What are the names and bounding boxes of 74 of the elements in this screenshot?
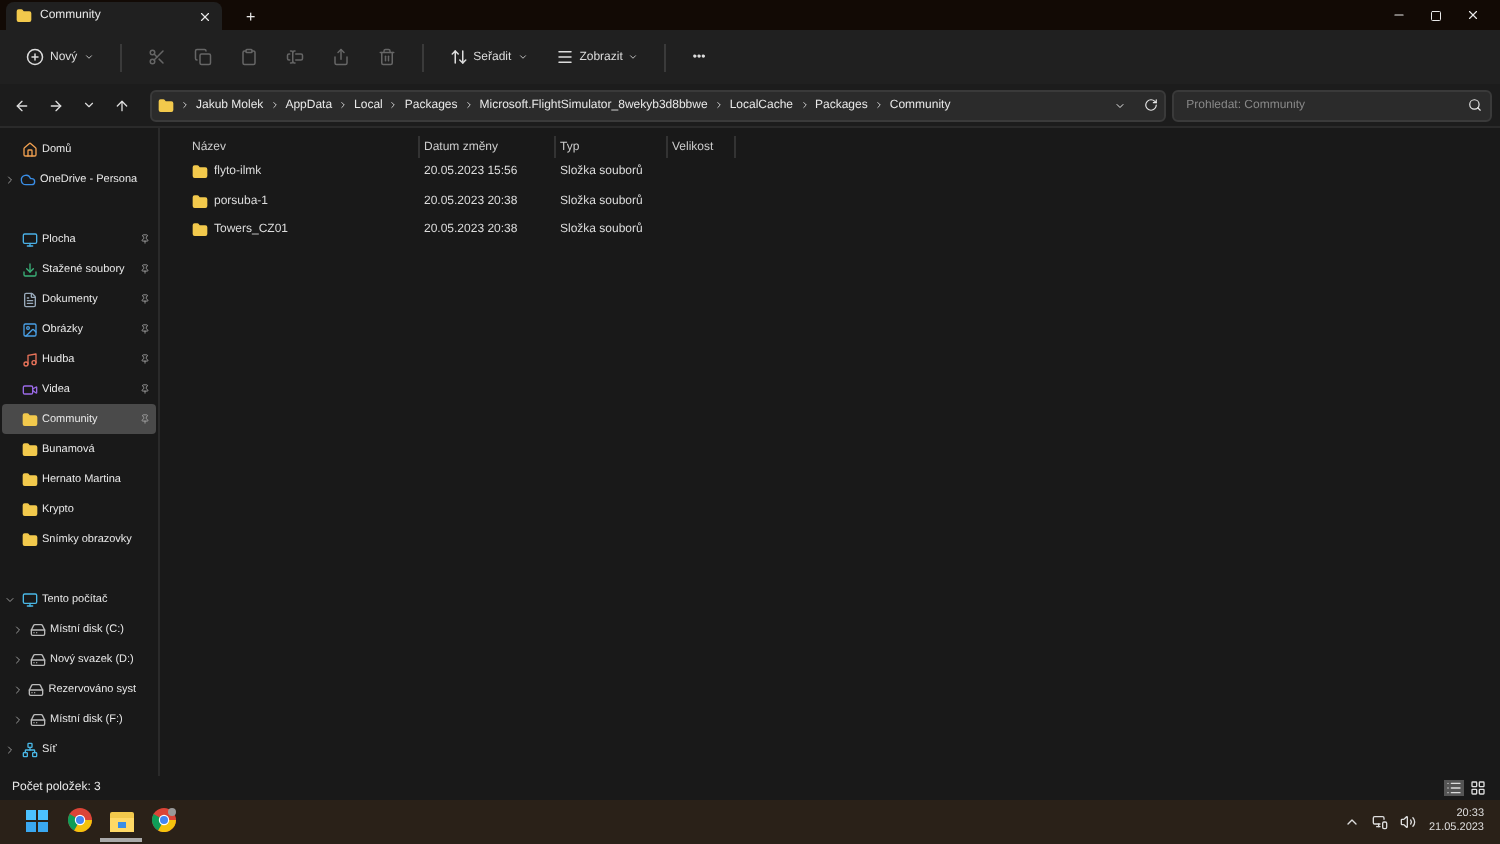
copy-icon [193, 48, 212, 66]
document-icon [22, 291, 38, 307]
folder-icon [192, 193, 208, 210]
folder-icon [22, 471, 38, 487]
folder-icon [109, 809, 133, 831]
folder-icon [16, 8, 32, 24]
chevron-icon [463, 100, 474, 110]
cloud-icon [20, 171, 36, 187]
display-icon[interactable] [1372, 814, 1389, 830]
chevron-icon [180, 100, 190, 110]
browser-icon [67, 808, 91, 832]
music-icon [22, 351, 38, 367]
chevron-icon [799, 100, 809, 110]
desktop-icon [22, 231, 38, 247]
caret-icon [82, 98, 96, 112]
drive-icon [28, 681, 45, 697]
folder-icon [22, 441, 38, 457]
picture-icon [22, 321, 38, 337]
download-icon [22, 261, 38, 277]
folder-icon [158, 97, 174, 113]
chevron-icon [713, 100, 724, 110]
grid-icon [1470, 780, 1486, 796]
home-icon [22, 141, 38, 157]
chevron-icon [269, 100, 280, 110]
minimize-icon[interactable] [1392, 8, 1406, 22]
plus-icon [26, 48, 44, 66]
lines-icon [555, 48, 574, 66]
folder-icon [22, 501, 38, 517]
up-arrow-icon [114, 97, 130, 113]
folder-icon [22, 411, 38, 427]
close-icon[interactable] [1466, 8, 1480, 22]
folder-icon [192, 222, 208, 239]
chevron-icon [338, 100, 349, 110]
pin-icon [140, 354, 150, 364]
refresh-icon[interactable] [1144, 98, 1159, 112]
video-icon [22, 381, 38, 397]
share-icon [331, 48, 350, 66]
list-icon [1446, 780, 1462, 796]
pin-icon [140, 294, 150, 304]
windows-logo-icon [26, 809, 48, 831]
speaker-icon[interactable] [1400, 814, 1417, 830]
network-icon [22, 741, 38, 757]
dropdown-icon[interactable] [1114, 99, 1127, 111]
rename-icon [285, 48, 304, 66]
chevron-icon[interactable] [1344, 814, 1361, 830]
back-arrow-icon [14, 97, 30, 113]
maximize-icon[interactable] [1430, 9, 1442, 21]
view-mode-button[interactable] [1444, 780, 1464, 796]
delete-icon [377, 48, 396, 66]
pin-icon [140, 234, 150, 244]
folder-icon [22, 531, 38, 547]
new-tab-button[interactable]: + [246, 2, 256, 30]
drive-icon [30, 651, 46, 667]
pin-icon [140, 384, 150, 394]
cut-icon [147, 48, 166, 66]
search-icon [1468, 98, 1482, 112]
sort-icon [449, 48, 468, 66]
view-mode-button[interactable] [1468, 780, 1488, 796]
drive-icon [30, 621, 46, 637]
caret-icon [517, 52, 528, 62]
paste-icon [239, 48, 258, 66]
chevron-icon [388, 100, 399, 110]
close-icon[interactable] [198, 9, 212, 23]
pin-icon [140, 264, 150, 274]
caret-icon [628, 52, 639, 62]
browser-icon [151, 808, 175, 832]
forward-arrow-icon [48, 97, 64, 113]
folder-icon [192, 164, 208, 181]
pin-icon [140, 414, 150, 424]
pin-icon [140, 324, 150, 334]
drive-icon [30, 711, 46, 727]
computer-icon [22, 591, 38, 607]
chevron-icon [873, 100, 884, 110]
caret-icon [83, 52, 94, 62]
